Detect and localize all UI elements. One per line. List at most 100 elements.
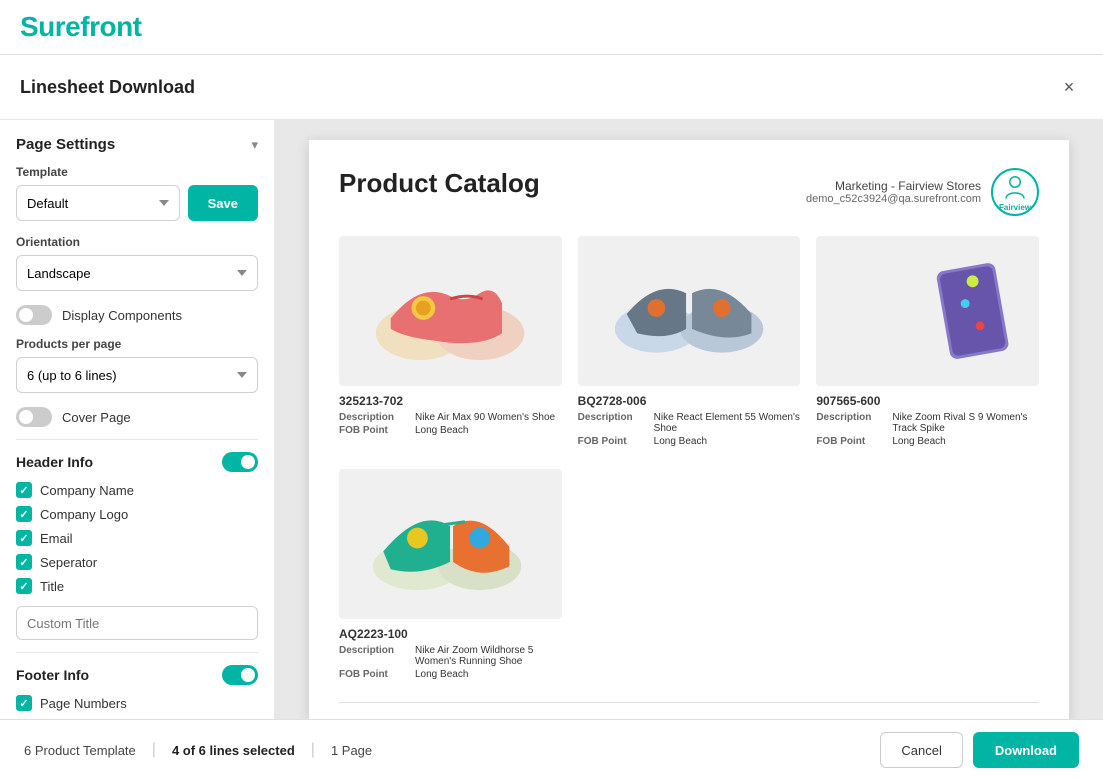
product-img-1 [339, 236, 562, 386]
title-label: Title [40, 579, 64, 594]
template-stat: 6 Product Template [24, 743, 136, 758]
email-checkbox[interactable] [16, 530, 32, 546]
header-info-row: Header Info [16, 452, 258, 472]
brand-email: demo_c52c3924@qa.surefront.com [806, 193, 981, 205]
cover-page-row: Cover Page [16, 407, 258, 427]
footer-info-toggle[interactable] [222, 665, 258, 685]
catalog-header: Product Catalog Marketing - Fairview Sto… [339, 168, 1039, 216]
company-logo-checkbox[interactable] [16, 506, 32, 522]
brand-logo: Fairview [991, 168, 1039, 216]
seperator-label: Seperator [40, 555, 97, 570]
footer-info-row: Footer Info [16, 665, 258, 685]
brand-name: Marketing - Fairview Stores [806, 179, 981, 193]
company-logo-label: Company Logo [40, 507, 128, 522]
bottom-stats: 6 Product Template | 4 of 6 lines select… [24, 741, 372, 759]
template-label: Template [16, 165, 258, 179]
page-settings-chevron[interactable]: ▾ [251, 137, 258, 153]
page-numbers-label: Page Numbers [40, 696, 127, 711]
product-field-key-1b: FOB Point [339, 425, 409, 436]
page-numbers-row: Page Numbers [16, 695, 258, 711]
cancel-button[interactable]: Cancel [880, 732, 962, 768]
modal-title: Linesheet Download [20, 77, 195, 98]
pages-stat: 1 Page [331, 743, 372, 758]
display-components-row: Display Components [16, 305, 258, 325]
orientation-label: Orientation [16, 235, 258, 249]
orientation-field: Orientation Landscape Portrait [16, 235, 258, 291]
header-info-toggle[interactable] [222, 452, 258, 472]
save-template-button[interactable]: Save [188, 185, 258, 221]
product-field-val-3b: Long Beach [892, 436, 945, 447]
title-checkbox[interactable] [16, 578, 32, 594]
cover-page-toggle[interactable] [16, 407, 52, 427]
catalog-title: Product Catalog [339, 168, 540, 199]
orientation-select[interactable]: Landscape Portrait [16, 255, 258, 291]
product-card-4: AQ2223-100 Description Nike Air Zoom Wild… [339, 469, 562, 682]
product-card-2: BQ2728-006 Description Nike React Element… [578, 236, 801, 449]
company-name-row: Company Name [16, 482, 258, 498]
product-field-val-1b: Long Beach [415, 425, 468, 436]
title-row: Title [16, 578, 258, 594]
bottom-bar: 6 Product Template | 4 of 6 lines select… [0, 719, 1103, 780]
stat-divider-1: | [152, 741, 156, 759]
modal-body: Page Settings ▾ Template Default Modern … [0, 120, 1103, 719]
product-field-val-2b: Long Beach [654, 436, 707, 447]
product-img-3 [816, 236, 1039, 386]
email-row: Email [16, 530, 258, 546]
product-field-val-2a: Nike React Element 55 Women's Shoe [654, 412, 801, 434]
lines-stat: 4 of 6 lines selected [172, 743, 295, 758]
seperator-checkbox[interactable] [16, 554, 32, 570]
product-code-1: 325213-702 [339, 394, 562, 408]
page-settings-section: Page Settings ▾ [16, 136, 258, 153]
product-field-val-4a: Nike Air Zoom Wildhorse 5 Women's Runnin… [415, 645, 562, 667]
preview-page: Product Catalog Marketing - Fairview Sto… [309, 140, 1069, 719]
products-per-page-field: Products per page 6 (up to 6 lines) 4 (u… [16, 337, 258, 393]
product-img-2 [578, 236, 801, 386]
product-code-2: BQ2728-006 [578, 394, 801, 408]
brand-info: Marketing - Fairview Stores demo_c52c392… [806, 179, 981, 205]
products-grid-row2: AQ2223-100 Description Nike Air Zoom Wild… [339, 469, 1039, 682]
product-field-key-2b: FOB Point [578, 436, 648, 447]
product-card-3: 907565-600 Description Nike Zoom Rival S … [816, 236, 1039, 449]
app-logo: Surefront [20, 11, 142, 43]
bottom-actions: Cancel Download [880, 732, 1079, 768]
product-code-3: 907565-600 [816, 394, 1039, 408]
product-field-val-4b: Long Beach [415, 669, 468, 680]
products-grid-row1: 325213-702 Description Nike Air Max 90 Wo… [339, 236, 1039, 449]
company-logo-row: Company Logo [16, 506, 258, 522]
display-components-toggle[interactable] [16, 305, 52, 325]
cover-page-label: Cover Page [62, 410, 131, 425]
product-img-4 [339, 469, 562, 619]
page-settings-title: Page Settings [16, 136, 115, 153]
catalog-brand: Marketing - Fairview Stores demo_c52c392… [806, 168, 1039, 216]
company-name-label: Company Name [40, 483, 134, 498]
seperator-row: Seperator [16, 554, 258, 570]
header-info-label: Header Info [16, 454, 93, 470]
download-button[interactable]: Download [973, 732, 1079, 768]
product-field-key-4a: Description [339, 645, 409, 667]
product-field-key-1a: Description [339, 412, 409, 423]
close-button[interactable]: × [1055, 73, 1083, 101]
template-field: Template Default Modern Classic Save [16, 165, 258, 221]
product-field-key-3a: Description [816, 412, 886, 434]
settings-panel: Page Settings ▾ Template Default Modern … [0, 120, 275, 719]
email-label: Email [40, 531, 73, 546]
product-field-key-4b: FOB Point [339, 669, 409, 680]
product-field-val-1a: Nike Air Max 90 Women's Shoe [415, 412, 555, 423]
preview-panel: Product Catalog Marketing - Fairview Sto… [275, 120, 1103, 719]
footer-info-label: Footer Info [16, 667, 89, 683]
products-per-page-select[interactable]: 6 (up to 6 lines) 4 (up to 4 lines) 9 (u… [16, 357, 258, 393]
product-field-key-3b: FOB Point [816, 436, 886, 447]
product-field-val-3a: Nike Zoom Rival S 9 Women's Track Spike [892, 412, 1039, 434]
products-per-page-label: Products per page [16, 337, 258, 351]
company-name-checkbox[interactable] [16, 482, 32, 498]
display-components-label: Display Components [62, 308, 182, 323]
product-code-4: AQ2223-100 [339, 627, 562, 641]
brand-logo-text: Fairview [999, 203, 1031, 212]
stat-divider-2: | [311, 741, 315, 759]
product-field-key-2a: Description [578, 412, 648, 434]
page-numbers-checkbox[interactable] [16, 695, 32, 711]
product-card-1: 325213-702 Description Nike Air Max 90 Wo… [339, 236, 562, 449]
modal-header: Linesheet Download × [0, 55, 1103, 120]
template-select[interactable]: Default Modern Classic [16, 185, 180, 221]
custom-title-input[interactable] [16, 606, 258, 640]
